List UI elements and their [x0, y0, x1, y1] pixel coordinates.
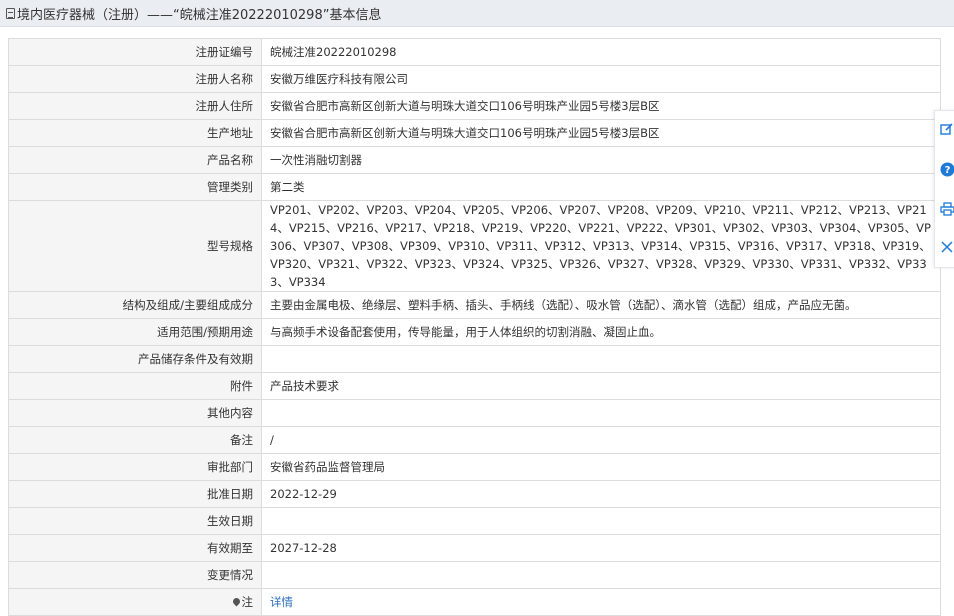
row-value: 产品技术要求 [261, 372, 941, 400]
info-table: 注册证编号 皖械注准20222010298 注册人名称 安徽万维医疗科技有限公司… [8, 38, 941, 616]
pin-icon [231, 596, 241, 607]
table-row: 注 详情 [8, 588, 941, 616]
row-value: 一次性消融切割器 [261, 146, 941, 174]
row-value [261, 399, 941, 427]
table-row: 生效日期 [8, 507, 941, 535]
table-row: 有效期至 2027-12-28 [8, 534, 941, 562]
table-row: 型号规格 VP201、VP202、VP203、VP204、VP205、VP206… [8, 200, 941, 292]
table-row: 管理类别 第二类 [8, 173, 941, 201]
row-label: 产品名称 [8, 146, 262, 174]
table-row: 其他内容 [8, 399, 941, 427]
table-row: 批准日期 2022-12-29 [8, 480, 941, 508]
svg-text:?: ? [944, 165, 950, 176]
row-label: 变更情况 [8, 561, 262, 589]
row-value: 2022-12-29 [261, 480, 941, 508]
note-label-cell: 注 [8, 588, 262, 616]
table-row: 注册人名称 安徽万维医疗科技有限公司 [8, 65, 941, 93]
edit-icon[interactable] [938, 120, 954, 138]
table-row: 生产地址 安徽省合肥市高新区创新大道与明珠大道交口106号明珠产业园5号楼3层B… [8, 119, 941, 147]
row-label: 附件 [8, 372, 262, 400]
table-row: 备注 / [8, 426, 941, 454]
page-title: 境内医疗器械（注册）——“皖械注准20222010298”基本信息 [17, 7, 382, 23]
table-row: 变更情况 [8, 561, 941, 589]
row-label: 其他内容 [8, 399, 262, 427]
table-row: 审批部门 安徽省药品监督管理局 [8, 453, 941, 481]
details-cell: 详情 [261, 588, 941, 616]
row-value: 2027-12-28 [261, 534, 941, 562]
side-toolbar: ? [934, 110, 954, 268]
document-icon [6, 7, 15, 19]
row-label: 审批部门 [8, 453, 262, 481]
row-value: 与高频手术设备配套使用，传导能量，用于人体组织的切割消融、凝固止血。 [261, 318, 941, 346]
row-value [261, 561, 941, 589]
row-value [261, 507, 941, 535]
table-row: 适用范围/预期用途 与高频手术设备配套使用，传导能量，用于人体组织的切割消融、凝… [8, 318, 941, 346]
row-label: 结构及组成/主要组成成分 [8, 291, 262, 319]
row-value: VP201、VP202、VP203、VP204、VP205、VP206、VP20… [261, 200, 941, 292]
table-row: 附件 产品技术要求 [8, 372, 941, 400]
row-label: 生效日期 [8, 507, 262, 535]
row-value: 第二类 [261, 173, 941, 201]
table-row: 产品储存条件及有效期 [8, 345, 941, 373]
row-value: 安徽万维医疗科技有限公司 [261, 65, 941, 93]
row-value [261, 345, 941, 373]
row-label: 注 [241, 595, 254, 609]
row-value: 安徽省合肥市高新区创新大道与明珠大道交口106号明珠产业园5号楼3层B区 [261, 119, 941, 147]
row-label: 批准日期 [8, 480, 262, 508]
row-label: 管理类别 [8, 173, 262, 201]
close-icon[interactable] [938, 238, 954, 256]
row-label: 适用范围/预期用途 [8, 318, 262, 346]
row-label: 有效期至 [8, 534, 262, 562]
help-icon[interactable]: ? [938, 160, 954, 178]
row-value: 皖械注准20222010298 [261, 38, 941, 66]
details-link[interactable]: 详情 [270, 595, 293, 609]
row-value: 安徽省药品监督管理局 [261, 453, 941, 481]
row-label: 注册证编号 [8, 38, 262, 66]
table-row: 注册人住所 安徽省合肥市高新区创新大道与明珠大道交口106号明珠产业园5号楼3层… [8, 92, 941, 120]
row-label: 注册人名称 [8, 65, 262, 93]
row-label: 备注 [8, 426, 262, 454]
print-icon[interactable] [938, 200, 954, 218]
row-value: 安徽省合肥市高新区创新大道与明珠大道交口106号明珠产业园5号楼3层B区 [261, 92, 941, 120]
table-row: 产品名称 一次性消融切割器 [8, 146, 941, 174]
table-row: 注册证编号 皖械注准20222010298 [8, 38, 941, 66]
row-label: 生产地址 [8, 119, 262, 147]
row-label: 产品储存条件及有效期 [8, 345, 262, 373]
row-label: 注册人住所 [8, 92, 262, 120]
row-label: 型号规格 [8, 200, 262, 292]
page-header: 境内医疗器械（注册）——“皖械注准20222010298”基本信息 [0, 0, 954, 27]
row-value: 主要由金属电极、绝缘层、塑料手柄、插头、手柄线（选配）、吸水管（选配）、滴水管（… [261, 291, 941, 319]
table-row: 结构及组成/主要组成成分 主要由金属电极、绝缘层、塑料手柄、插头、手柄线（选配）… [8, 291, 941, 319]
row-value: / [261, 426, 941, 454]
